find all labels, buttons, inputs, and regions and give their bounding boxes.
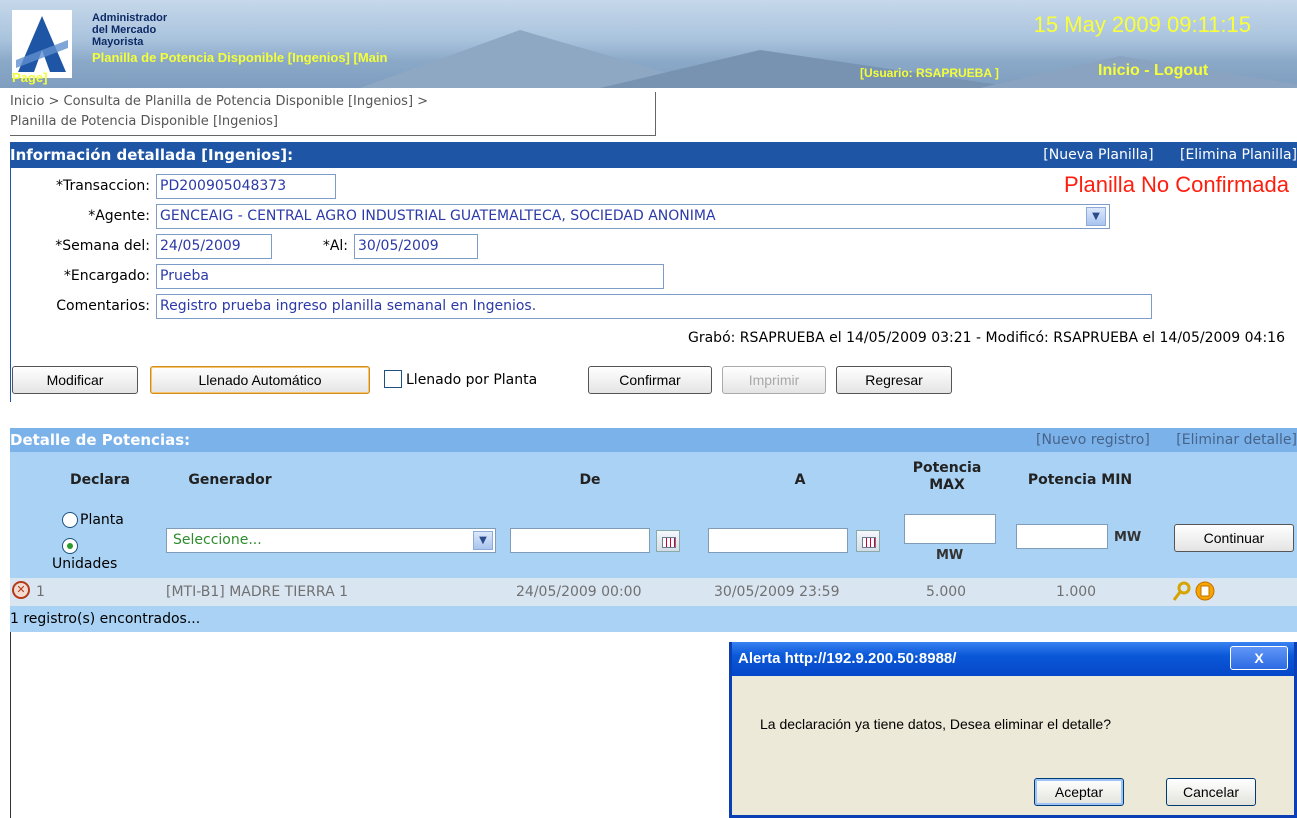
org-line-3: Mayorista bbox=[92, 36, 144, 48]
modificar-button[interactable]: Modificar bbox=[12, 366, 138, 394]
a-date-input[interactable] bbox=[708, 528, 848, 553]
col-potencia-max: Potencia MAX bbox=[892, 460, 1002, 494]
row-potencia-min: 1.000 bbox=[1056, 584, 1097, 600]
datetime-display: 15 May 2009 09:11:15 bbox=[1033, 12, 1251, 37]
detail-table-header bbox=[10, 452, 1297, 578]
regresar-button[interactable]: Regresar bbox=[836, 366, 952, 394]
transaccion-label: *Transaccion: bbox=[55, 178, 150, 194]
potencia-max-input[interactable] bbox=[904, 514, 996, 544]
detail-section-header: Detalle de Potencias: [Nuevo registro] [… bbox=[10, 428, 1297, 452]
col-potencia-min: Potencia MIN bbox=[1027, 472, 1133, 488]
encargado-field[interactable]: Prueba bbox=[156, 264, 664, 289]
header-nav: Inicio - Logout bbox=[1098, 62, 1208, 80]
cancelar-button[interactable]: Cancelar bbox=[1166, 778, 1256, 806]
page-title-continued: Page] bbox=[12, 70, 48, 85]
audit-info: Grabó: RSAPRUEBA el 14/05/2009 03:21 - M… bbox=[688, 330, 1285, 346]
table-row: ✕ 1 [MTI-B1] MADRE TIERRA 1 24/05/2009 0… bbox=[10, 578, 1297, 606]
planta-radio[interactable] bbox=[62, 512, 78, 528]
eliminar-detalle-link[interactable]: [Eliminar detalle] bbox=[1176, 432, 1297, 448]
dialog-message: La declaración ya tiene datos, Desea eli… bbox=[760, 716, 1111, 732]
calendar-icon[interactable] bbox=[656, 530, 680, 552]
semana-label: *Semana del: bbox=[55, 238, 150, 254]
comentarios-label: Comentarios: bbox=[56, 298, 150, 314]
chevron-down-icon[interactable]: ▼ bbox=[473, 531, 493, 550]
breadcrumb-line-2: Planilla de Potencia Disponible [Ingenio… bbox=[10, 114, 278, 129]
col-potencia-max-line-2: MAX bbox=[929, 477, 965, 493]
row-generador: [MTI-B1] MADRE TIERRA 1 bbox=[166, 584, 349, 600]
status-badge: Planilla No Confirmada bbox=[1064, 172, 1289, 197]
org-line-1: Administrador bbox=[92, 12, 168, 24]
col-potencia-max-line-1: Potencia bbox=[912, 460, 982, 476]
breadcrumb-line-1[interactable]: Inicio > Consulta de Planilla de Potenci… bbox=[10, 92, 655, 112]
alert-dialog: Alerta http://192.9.200.50:8988/ X La de… bbox=[729, 642, 1297, 818]
dialog-title: Alerta http://192.9.200.50:8988/ bbox=[738, 650, 957, 667]
nav-logout-link[interactable]: Logout bbox=[1154, 62, 1208, 79]
transaccion-field[interactable]: PD200905048373 bbox=[156, 174, 336, 199]
potencia-min-input[interactable] bbox=[1016, 524, 1108, 549]
row-a: 30/05/2009 23:59 bbox=[714, 584, 840, 600]
detail-links: [Nuevo registro] [Eliminar detalle] bbox=[1014, 428, 1297, 452]
al-field[interactable]: 30/05/2009 bbox=[354, 234, 478, 259]
llenado-planta-label: Llenado por Planta bbox=[406, 372, 538, 388]
unidades-radio-label: Unidades bbox=[52, 556, 118, 572]
potencia-max-unit: MW bbox=[936, 548, 964, 563]
organization-name: Administrador del Mercado Mayorista bbox=[92, 12, 167, 48]
col-declara: Declara bbox=[69, 472, 130, 488]
encargado-label: *Encargado: bbox=[63, 268, 150, 284]
planta-radio-label: Planta bbox=[80, 512, 124, 528]
generador-select[interactable]: Seleccione... ▼ bbox=[166, 528, 496, 553]
potencia-min-unit: MW bbox=[1114, 530, 1142, 545]
delete-row-icon[interactable]: ✕ bbox=[12, 581, 30, 599]
col-a: A bbox=[794, 472, 806, 488]
llenado-automatico-button[interactable]: Llenado Automático bbox=[150, 366, 370, 394]
agente-select[interactable]: GENCEAIG - CENTRAL AGRO INDUSTRIAL GUATE… bbox=[156, 204, 1110, 229]
calendar-icon[interactable] bbox=[856, 530, 880, 552]
nav-separator: - bbox=[1144, 62, 1150, 79]
info-section-header: Información detallada [Ingenios]: [Nueva… bbox=[10, 142, 1297, 168]
page-left-border bbox=[10, 632, 11, 818]
results-footer: 1 registro(s) encontrados... bbox=[10, 606, 1297, 632]
chevron-down-icon[interactable]: ▼ bbox=[1086, 207, 1106, 226]
de-date-input[interactable] bbox=[510, 528, 650, 553]
agente-label: *Agente: bbox=[88, 208, 150, 224]
col-de: De bbox=[579, 472, 601, 488]
llenado-planta-checkbox[interactable] bbox=[384, 370, 402, 388]
dialog-title-bar[interactable]: Alerta http://192.9.200.50:8988/ X bbox=[732, 642, 1294, 676]
elimina-planilla-link[interactable]: [Elimina Planilla] bbox=[1180, 147, 1297, 163]
row-number: 1 bbox=[36, 584, 45, 600]
nuevo-registro-link[interactable]: [Nuevo registro] bbox=[1036, 432, 1150, 448]
continuar-button[interactable]: Continuar bbox=[1174, 524, 1294, 552]
user-label: [Usuario: RSAPRUEBA ] bbox=[860, 66, 999, 80]
page-title: Planilla de Potencia Disponible [Ingenio… bbox=[92, 50, 388, 65]
radio-selected-dot bbox=[67, 543, 73, 549]
confirmar-button[interactable]: Confirmar bbox=[588, 366, 712, 394]
org-line-2: del Mercado bbox=[92, 24, 157, 36]
close-icon[interactable]: X bbox=[1230, 646, 1288, 670]
breadcrumb: Inicio > Consulta de Planilla de Potenci… bbox=[10, 92, 656, 136]
comentarios-field[interactable]: Registro prueba ingreso planilla semanal… bbox=[156, 294, 1152, 319]
col-generador: Generador bbox=[188, 472, 272, 488]
unidades-radio[interactable] bbox=[62, 538, 78, 554]
nav-inicio-link[interactable]: Inicio bbox=[1098, 62, 1140, 79]
generador-placeholder: Seleccione... bbox=[173, 532, 262, 548]
detail-row-icon[interactable] bbox=[1194, 580, 1216, 602]
info-links: [Nueva Planilla] [Elimina Planilla] bbox=[1021, 142, 1297, 168]
logo bbox=[12, 10, 72, 78]
nueva-planilla-link[interactable]: [Nueva Planilla] bbox=[1043, 147, 1153, 163]
row-de: 24/05/2009 00:00 bbox=[516, 584, 642, 600]
aceptar-button[interactable]: Aceptar bbox=[1034, 778, 1124, 806]
info-section-title: Información detallada [Ingenios]: bbox=[10, 146, 294, 164]
row-potencia-max: 5.000 bbox=[926, 584, 967, 600]
app-header: Administrador del Mercado Mayorista Plan… bbox=[0, 0, 1297, 88]
edit-row-icon[interactable] bbox=[1172, 580, 1192, 602]
detail-section-title: Detalle de Potencias: bbox=[10, 431, 191, 449]
semana-field[interactable]: 24/05/2009 bbox=[156, 234, 272, 259]
agente-select-value: GENCEAIG - CENTRAL AGRO INDUSTRIAL GUATE… bbox=[160, 208, 716, 224]
imprimir-button: Imprimir bbox=[722, 366, 826, 394]
al-label: *Al: bbox=[322, 238, 348, 254]
